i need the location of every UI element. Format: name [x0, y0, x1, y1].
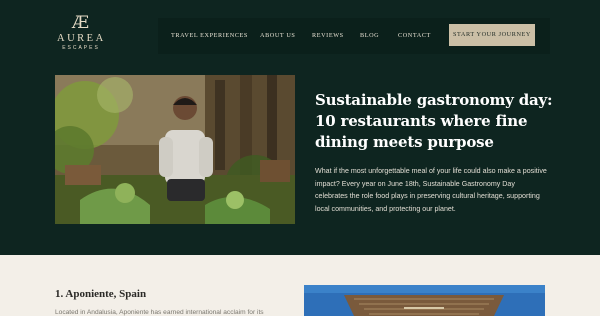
- chef-garden-photo: [55, 75, 295, 224]
- logo-mark: Æ: [71, 13, 91, 33]
- article-title: Sustainable gastronomy day: 10 restauran…: [315, 91, 553, 151]
- logo[interactable]: Æ AUREA ESCAPES: [57, 14, 105, 51]
- logo-tagline: ESCAPES: [62, 45, 100, 51]
- start-journey-button[interactable]: START YOUR JOURNEY: [449, 24, 535, 46]
- logo-name: AUREA: [57, 33, 106, 44]
- nav-item-about-us[interactable]: ABOUT US: [260, 32, 295, 39]
- nav-item-travel-experiences[interactable]: TRAVEL EXPERIENCES: [171, 32, 248, 39]
- nav-item-blog[interactable]: BLOG: [360, 32, 379, 39]
- hero-section: Æ AUREA ESCAPES TRAVEL EXPERIENCES ABOUT…: [0, 0, 600, 255]
- article-intro: What if the most unforgettable meal of y…: [315, 167, 547, 213]
- restaurant-section: 1. Aponiente, Spain Located in Andalusia…: [0, 255, 600, 316]
- restaurant-description: Located in Andalusia, Aponiente has earn…: [55, 309, 264, 316]
- main-navigation: TRAVEL EXPERIENCES ABOUT US REVIEWS BLOG…: [158, 18, 550, 54]
- nav-item-reviews[interactable]: REVIEWS: [312, 32, 344, 39]
- restaurant-heading: 1. Aponiente, Spain: [55, 288, 147, 300]
- restaurant-photo: [304, 285, 545, 316]
- nav-item-contact[interactable]: CONTACT: [398, 32, 431, 39]
